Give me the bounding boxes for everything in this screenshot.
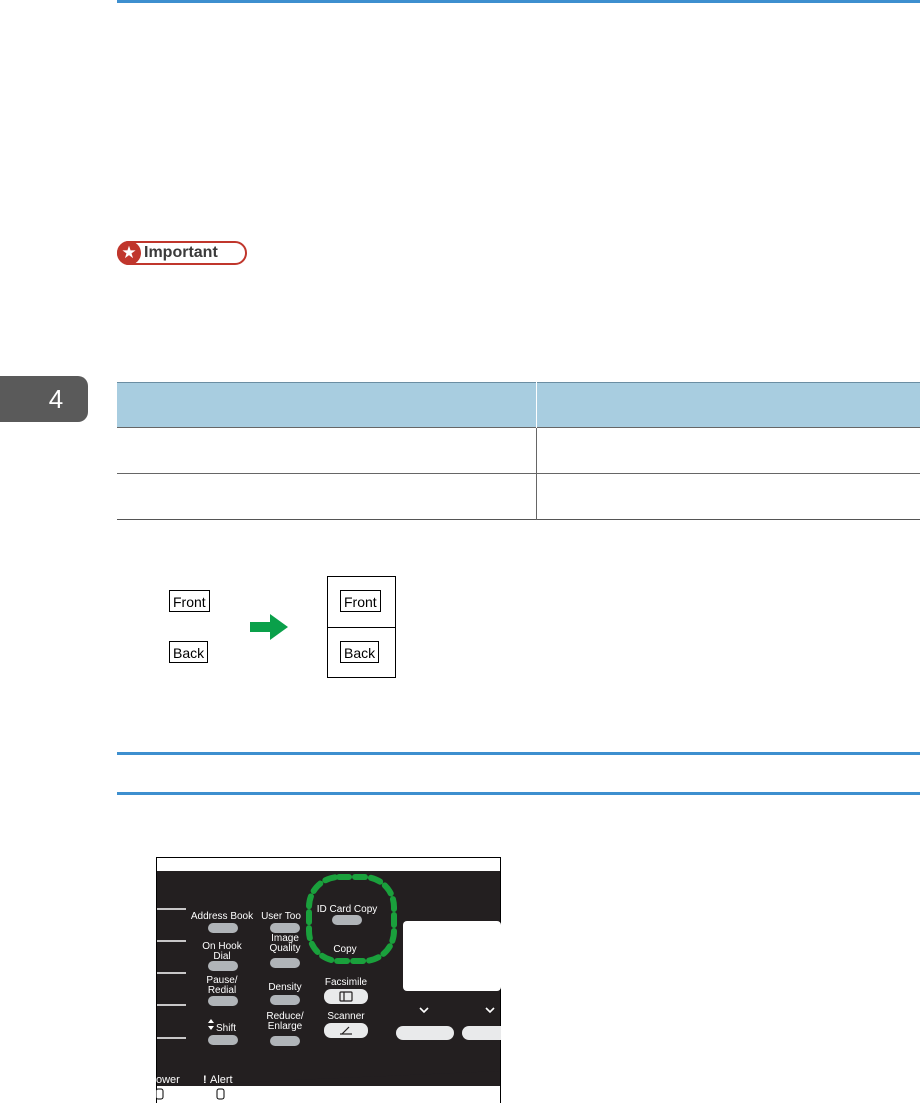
front-label: Front xyxy=(173,594,206,610)
user-tools-button[interactable] xyxy=(270,923,300,933)
table-cell xyxy=(536,427,920,474)
pause-label-2: Redial xyxy=(208,985,236,996)
star-icon: ★ xyxy=(117,241,141,265)
original-back-card: Back xyxy=(169,641,209,663)
image-quality-button[interactable] xyxy=(270,958,300,968)
alert-icon: ! xyxy=(203,1074,207,1086)
address-book-label: Address Book xyxy=(191,911,254,922)
arrow-right-icon xyxy=(250,614,288,640)
selection-key-left[interactable] xyxy=(396,1026,454,1040)
control-panel-illustration: Address Book On Hook Dial Pause/ Redial … xyxy=(156,857,501,1103)
facsimile-label: Facsimile xyxy=(325,977,368,988)
shift-label: Shift xyxy=(216,1023,236,1034)
important-badge: ★ Important xyxy=(117,241,247,265)
power-label: ower xyxy=(156,1074,180,1086)
on-hook-dial-button[interactable] xyxy=(208,961,238,971)
copy-label: Copy xyxy=(333,944,356,955)
table-row xyxy=(117,473,920,520)
alert-indicator xyxy=(216,1088,225,1100)
top-rule xyxy=(117,0,920,3)
table-cell xyxy=(536,473,920,520)
id-card-copy-button[interactable] xyxy=(332,915,362,925)
power-indicator xyxy=(156,1088,164,1100)
density-button[interactable] xyxy=(270,995,300,1005)
back-label: Back xyxy=(344,645,376,661)
sheet-divider xyxy=(328,627,395,628)
density-label: Density xyxy=(268,982,301,993)
alert-label: Alert xyxy=(210,1074,233,1086)
table-header-row xyxy=(117,382,920,428)
pause-redial-button[interactable] xyxy=(208,996,238,1006)
id-card-copy-label: ID Card Copy xyxy=(317,904,378,915)
table-row xyxy=(117,427,920,474)
copy-front-card: Front xyxy=(340,590,381,612)
back-label: Back xyxy=(173,645,205,661)
scanner-label: Scanner xyxy=(327,1011,365,1022)
front-label: Front xyxy=(344,594,377,610)
reduce-enlarge-label-2: Enlarge xyxy=(268,1021,303,1032)
paper-table xyxy=(117,382,920,520)
user-tools-label: User Too xyxy=(261,911,301,922)
chapter-number: 4 xyxy=(48,384,64,414)
table-cell xyxy=(117,473,537,520)
section-rule-bottom xyxy=(117,792,920,795)
on-hook-label-2: Dial xyxy=(213,951,230,962)
lcd-display xyxy=(403,921,501,991)
facsimile-button[interactable] xyxy=(324,989,368,1004)
original-front-card: Front xyxy=(169,590,210,612)
chapter-tab: 4 xyxy=(0,376,88,422)
reduce-enlarge-button[interactable] xyxy=(270,1036,300,1046)
image-quality-label-2: Quality xyxy=(269,943,300,954)
selection-key-right[interactable] xyxy=(462,1026,501,1040)
copy-back-card: Back xyxy=(340,641,380,663)
combined-copy-sheet: Front Back xyxy=(327,576,396,678)
address-book-button[interactable] xyxy=(208,923,238,933)
shift-button[interactable] xyxy=(208,1035,238,1045)
important-label: Important xyxy=(144,244,218,261)
table-cell xyxy=(117,427,537,474)
table-header-cell xyxy=(536,382,920,428)
table-header-cell xyxy=(117,382,537,428)
section-rule-top xyxy=(117,752,920,755)
